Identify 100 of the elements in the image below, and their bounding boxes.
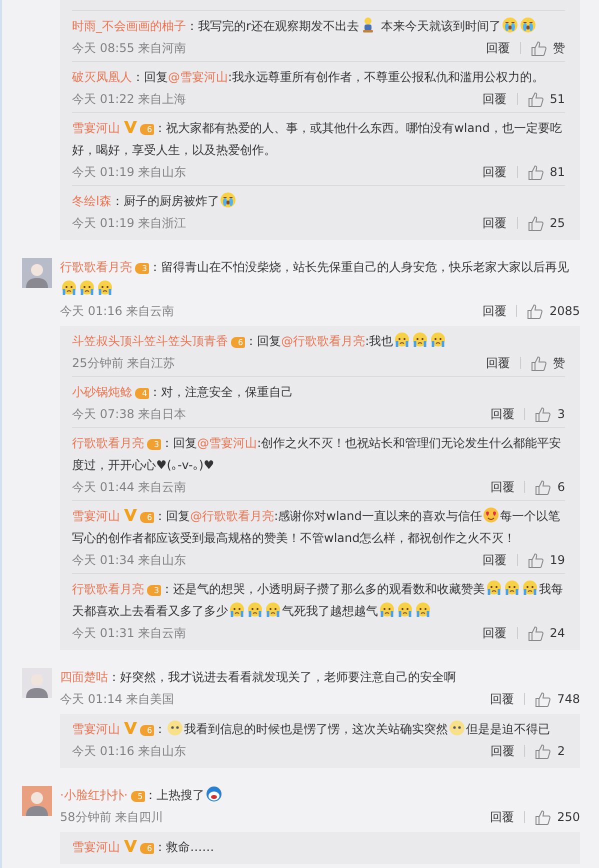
thumbs-up-icon (535, 480, 552, 494)
reply-button[interactable]: 回覆 (482, 549, 507, 571)
comment-text: 小砂锅炖鲶 4 ：对，注意安全，保重自己 (72, 384, 294, 401)
thumbs-up-icon (531, 40, 547, 56)
reply-button[interactable]: 回覆 (490, 403, 514, 425)
level-badge: 6 (140, 512, 154, 523)
tearful-face-icon (486, 580, 502, 596)
comment-time: 今天 01:22 来自上海 (72, 91, 188, 108)
comment-time: 今天 01:19 来自山东 (72, 164, 188, 181)
comment-text: 冬绘l森：厨子的厨房被炸了 (72, 190, 565, 212)
blank-face-icon (449, 720, 466, 736)
like-button[interactable]: 2085 (527, 300, 580, 322)
level-badge: 6 (231, 337, 246, 348)
avatar[interactable] (22, 668, 52, 698)
comment-text: 雪宴河山 6 ：回复@行歌歌看月亮:感谢你对wland一直以来的喜欢与信任 每一个以笔写心的创作者都应该受到最高规格的赞美！不管wland怎么样，都祝创作之火不灭！ (72, 506, 561, 547)
like-button[interactable]: 24 (528, 622, 565, 644)
like-button[interactable]: 51 (528, 88, 565, 110)
comment-time: 58分钟前 来自四川 (60, 809, 164, 826)
comment-text: 雪宴河山 6 ：祝大家都有热爱的人、事，或其他什么东西。哪怕没有wland，也一定要吃好，喝好，享受人生，以及热爱创作。 (72, 120, 563, 159)
comment-time: 今天 07:38 来自日本 (72, 406, 188, 423)
comment-text: 破灭凤凰人：回复@雪宴河山:我永远尊重所有创作者，不尊重公报私仇和滥用公权力的。 (72, 69, 546, 86)
tearful-face-icon (397, 602, 413, 618)
crying-face-icon (502, 17, 518, 33)
thumbs-up-icon (535, 744, 552, 758)
like-button[interactable]: 250 (535, 806, 580, 828)
tearful-face-icon (61, 280, 77, 296)
reply-button[interactable]: 回覆 (490, 740, 514, 762)
level-badge: 4 (135, 388, 150, 399)
reply-button[interactable]: 回覆 (482, 622, 507, 644)
comment-time: 25分钟前 来自江苏 (72, 355, 176, 372)
comment-time: 今天 01:16 来自山东 (72, 743, 188, 760)
like-button[interactable]: 81 (528, 161, 565, 183)
like-button[interactable]: 6 (535, 476, 565, 498)
comment-text: 行歌歌看月亮 3 ：还是气的想哭，小透明厨子攒了那么多的观看数和收藏赞美 我每天都喜欢上去看看又多了多少 气死我了越想越气 (72, 579, 564, 620)
comment-text: 雪宴河山 6 ：救命…… (72, 839, 216, 856)
level-badge: 6 (140, 725, 154, 736)
tearful-face-icon (394, 332, 410, 348)
reply-button[interactable]: 回覆 (482, 161, 507, 183)
like-button[interactable]: 25 (528, 212, 565, 234)
comment-time: 今天 01:16 来自云南 (60, 303, 176, 320)
avatar[interactable] (22, 258, 52, 288)
tearful-face-icon (522, 580, 538, 596)
like-button[interactable]: 赞 (531, 352, 565, 374)
thumbs-up-icon (535, 406, 552, 422)
comment-time: 今天 01:19 来自浙江 (72, 215, 188, 232)
comment-text: 行歌歌看月亮 3 ：回复@雪宴河山:创作之火不灭！也祝站长和管理们无论发生什么都能平安度过，开开心心♥(｡-v-｡)♥ (72, 435, 562, 474)
comment-time: 今天 01:34 来自山东 (72, 552, 188, 569)
blank-face-icon (167, 720, 184, 736)
like-button[interactable]: 赞 (531, 37, 565, 59)
thumbs-up-icon (528, 552, 544, 568)
like-button[interactable]: 748 (535, 688, 580, 710)
like-button[interactable]: 3 (535, 403, 565, 425)
reply-button[interactable]: 回覆 (490, 806, 514, 828)
reply-button[interactable]: 回覆 (482, 88, 507, 110)
level-badge: 3 (147, 585, 162, 596)
avatar[interactable] (22, 786, 52, 816)
tearful-face-icon (412, 332, 428, 348)
thumbs-up-icon (528, 92, 544, 106)
reply-button[interactable]: 回覆 (482, 212, 507, 234)
reply-button[interactable]: 回覆 (490, 476, 514, 498)
comment-text: 四面楚咕：好突然，我才说进去看看就发现关了，老师要注意自己的安全啊 (60, 669, 457, 686)
crying-face-icon (520, 17, 536, 33)
reply-button[interactable]: 回覆 (486, 37, 510, 59)
tearful-face-icon (97, 280, 113, 296)
level-badge: 5 (130, 791, 145, 802)
tearful-face-icon (415, 602, 431, 618)
heart-face-icon (482, 507, 499, 523)
like-button[interactable]: 19 (528, 549, 565, 571)
comment-text: 斗笠叔头顶斗笠斗笠头顶青香 6 ：回复@行歌歌看月亮:我也 (72, 330, 565, 352)
like-button[interactable]: 2 (535, 740, 565, 762)
level-badge: 3 (147, 439, 162, 450)
crying-face-icon (220, 192, 236, 208)
reply-button[interactable]: 回覆 (486, 352, 510, 374)
thumbs-up-icon (535, 692, 552, 706)
tearful-face-icon (265, 602, 281, 618)
tearful-face-icon (504, 580, 520, 596)
tearful-face-icon (247, 602, 263, 618)
comment-text: 雪宴河山 6 ： 我看到信息的时候也是愣了愣，这次关站确实突然 但是是迫不得已 (72, 719, 552, 738)
cartoon-face-icon (206, 786, 222, 802)
comment-time: 今天 08:55 来自河南 (72, 40, 188, 57)
level-badge: 3 (135, 263, 150, 274)
comment-text: 时雨_不会画画的柚子：我写完的r还在观察期发不出去 本来今天就该到时间了 (72, 15, 565, 37)
thumbs-up-icon (528, 216, 544, 230)
thumbs-up-icon (535, 810, 552, 824)
thumbs-up-icon (528, 626, 544, 640)
thumbs-up-icon (528, 164, 544, 180)
level-badge: 6 (140, 124, 154, 135)
reply-button[interactable]: 回覆 (482, 300, 506, 322)
tearful-face-icon (379, 602, 395, 618)
level-badge: 6 (140, 843, 154, 854)
tearful-face-icon (229, 602, 245, 618)
comment-time: 今天 01:31 来自云南 (72, 625, 188, 642)
reply-button[interactable]: 回覆 (490, 688, 514, 710)
tearful-face-icon (79, 280, 95, 296)
thumbs-up-icon (527, 304, 544, 318)
comment-text: ·小脸红扑扑· 5 ：上热搜了 (60, 784, 580, 806)
thumbs-up-icon (531, 356, 547, 370)
comment-time: 今天 01:44 来自云南 (72, 479, 188, 496)
tearful-face-icon (430, 332, 446, 348)
comment-text: 行歌歌看月亮 3 ：留得青山在不怕没柴烧，站长先保重自己的人身安危，快乐老家大家以后再见 (60, 256, 580, 300)
